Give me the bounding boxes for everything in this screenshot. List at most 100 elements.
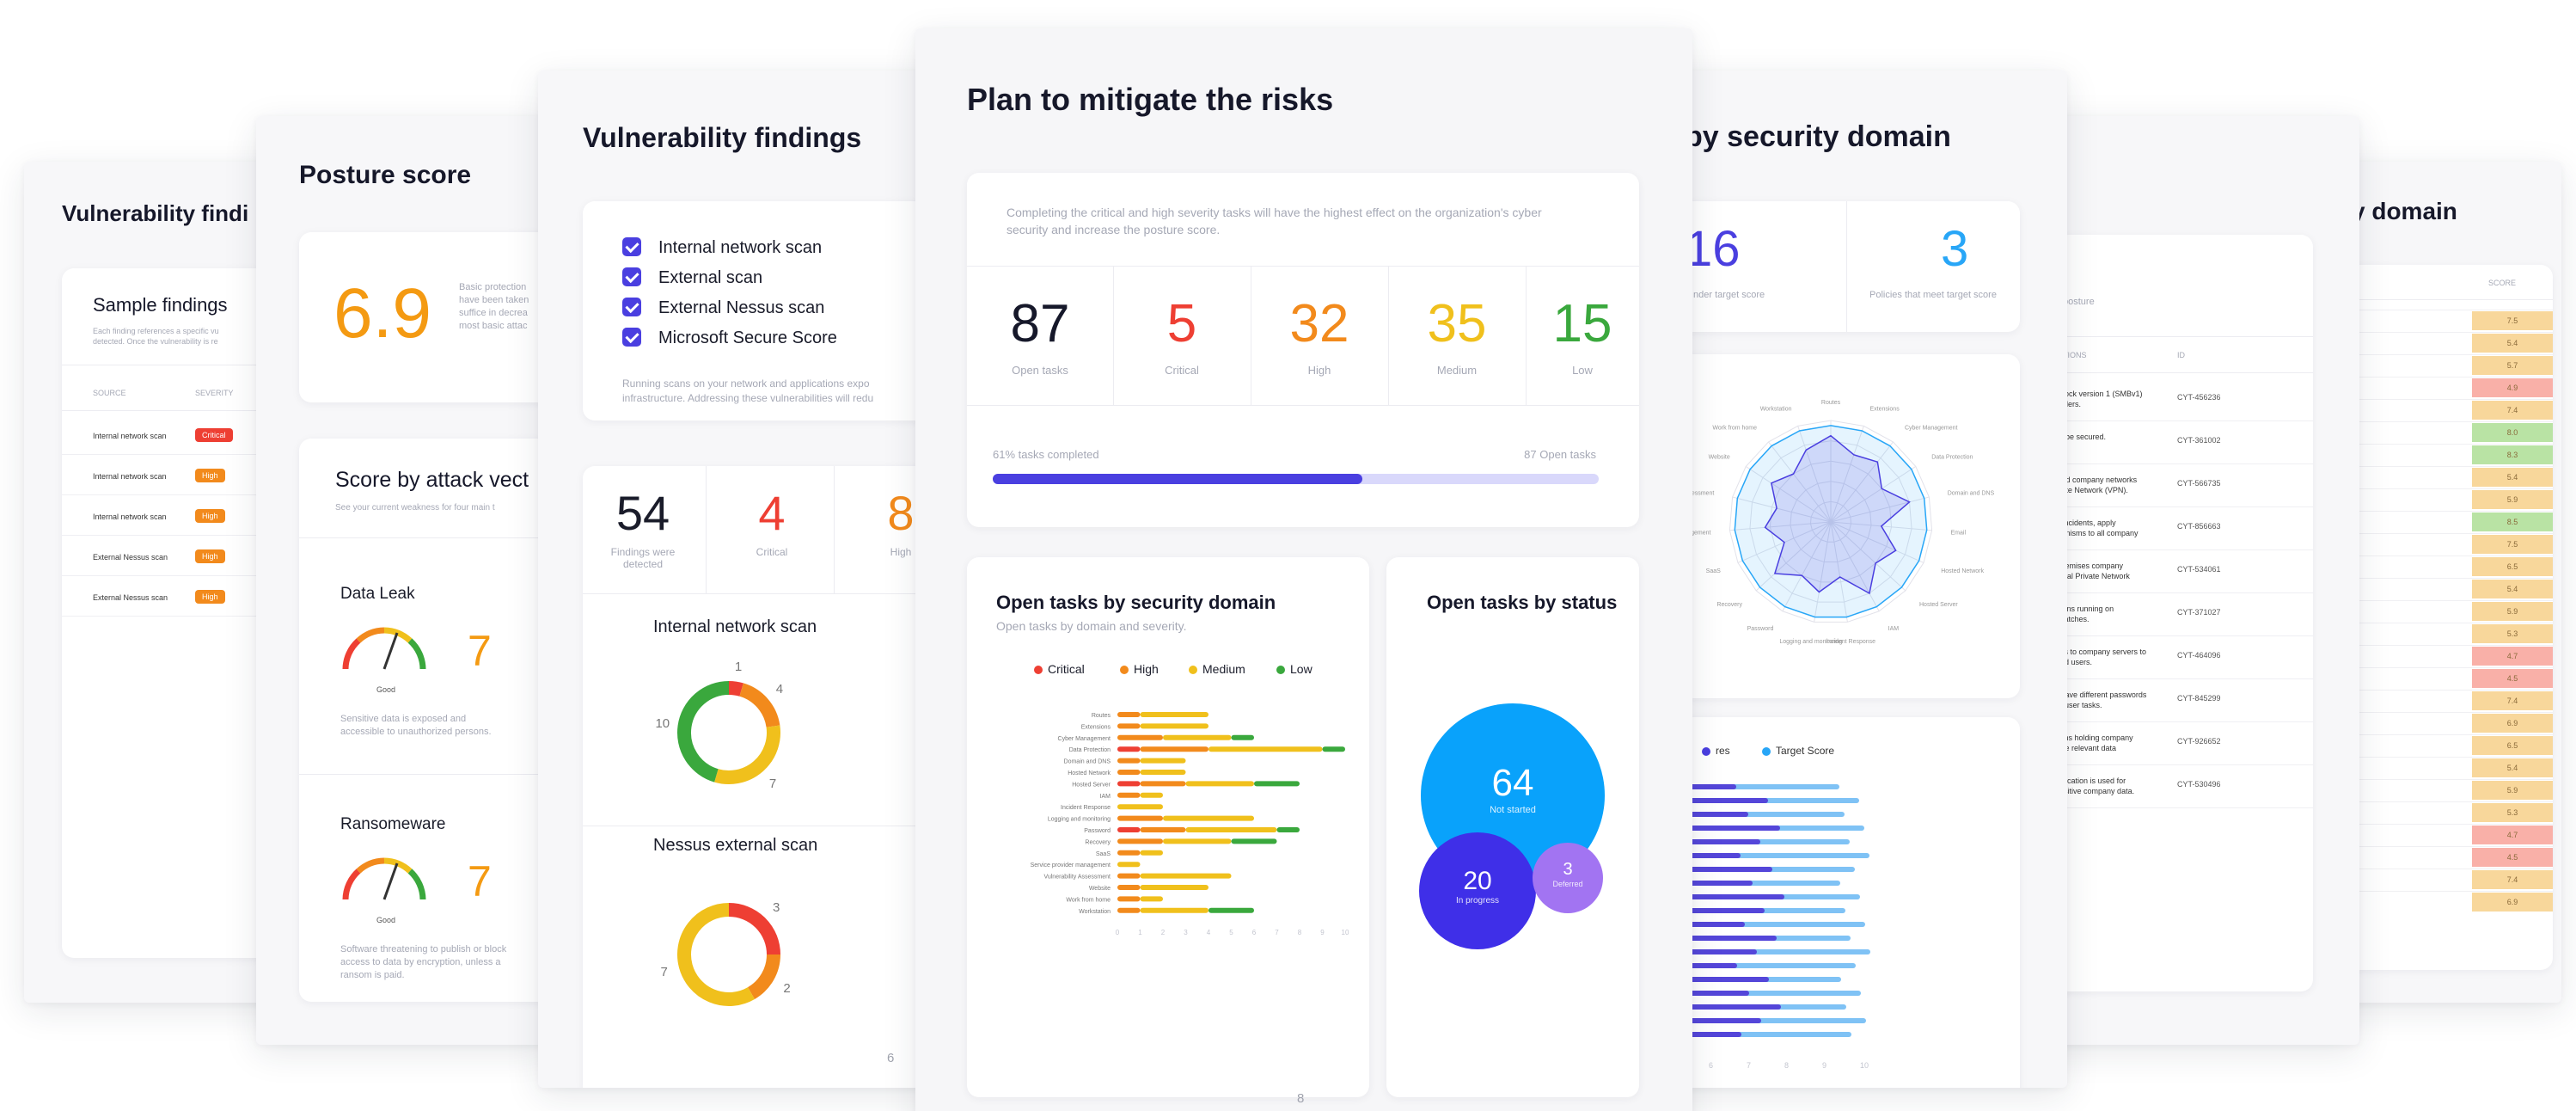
donut-segment xyxy=(747,954,780,999)
checkbox-external-scan[interactable] xyxy=(622,267,641,286)
scan-label: Microsoft Secure Score xyxy=(658,328,837,347)
score-cell: 7.5 xyxy=(2472,311,2553,330)
policy-id: CYT-926652 xyxy=(2177,737,2221,746)
legend-item-critical: Critical xyxy=(1034,662,1085,676)
bar-segment xyxy=(1140,827,1186,832)
findings-label-2: detected xyxy=(622,558,664,570)
donut-segment xyxy=(677,903,755,1006)
bubble-value: 3 xyxy=(1563,860,1573,879)
row-divider xyxy=(2024,678,2313,679)
row-divider xyxy=(2024,549,2313,550)
findings-total: 54 xyxy=(615,486,670,540)
row-divider xyxy=(2024,635,2313,636)
bar-segment xyxy=(1163,815,1254,821)
donut-segment xyxy=(714,725,780,784)
severity-badge: High xyxy=(195,509,225,523)
tick-label: 9 xyxy=(1320,929,1325,936)
tick-label: 5 xyxy=(1229,929,1233,936)
legend-item-score: res xyxy=(1702,745,1730,757)
score-cell: 7.4 xyxy=(2472,401,2553,420)
vector-score: 7 xyxy=(468,627,492,675)
radar-chart: Routes Extensions Cyber Management Data Pro… xyxy=(1667,400,1995,645)
bar-segment xyxy=(1140,712,1208,717)
page-number: 6 xyxy=(887,1051,895,1065)
policy-id: CYT-530496 xyxy=(2177,780,2221,789)
checkbox-microsoft-secure-score[interactable] xyxy=(622,328,641,347)
bar-segment xyxy=(1117,758,1141,764)
bubble-value: 20 xyxy=(1463,867,1492,895)
sample-title: Sample findings xyxy=(93,294,228,316)
finding-source: External Nessus scan xyxy=(93,593,168,602)
tick-label: 7 xyxy=(1747,1061,1752,1070)
metric-label: Critical xyxy=(1165,364,1199,377)
legend-label: Medium xyxy=(1202,662,1245,676)
bar-segment xyxy=(1117,907,1141,913)
severity-badge: High xyxy=(195,549,225,563)
metric-label: Medium xyxy=(1436,364,1478,377)
metric-meet-target: 3 xyxy=(1941,221,1969,277)
bar-segment xyxy=(1140,746,1208,752)
donut-title: Nessus external scan xyxy=(653,836,818,855)
page-number: 8 xyxy=(1297,1091,1305,1106)
bubble-label: In progress xyxy=(1455,896,1500,905)
score-cell: 4.5 xyxy=(2472,669,2553,688)
policy-id: CYT-845299 xyxy=(2177,694,2221,703)
donut-label: 3 xyxy=(773,900,780,915)
page-title: Plan to mitigate the risks xyxy=(967,82,1334,117)
tick-label: 9 xyxy=(1822,1061,1827,1070)
section-sub: See your current weakness for four main … xyxy=(335,503,495,513)
bar-segment xyxy=(1231,734,1254,740)
score-cell: 7.5 xyxy=(2472,535,2553,554)
legend-label: res xyxy=(1716,745,1730,757)
donut-segment xyxy=(739,683,780,728)
findings-card: 54 Findings were detected 4 Critical 8 H… xyxy=(583,466,944,1088)
finding-source: Internal network scan xyxy=(93,432,167,440)
radar-label: Password xyxy=(1747,626,1774,632)
progress-fill xyxy=(993,474,1363,484)
metric-value: 35 xyxy=(1427,294,1487,353)
bubble-deferred: 3 Deferred xyxy=(1533,843,1603,913)
tick-label: 1 xyxy=(1138,929,1142,936)
donut-title: Internal network scan xyxy=(653,617,817,636)
bar-segment xyxy=(1117,827,1141,832)
report-collage: Vulnerability findi Sample findings Each… xyxy=(0,0,2576,1111)
vector-desc-2: accessible to unauthorized persons. xyxy=(340,727,492,737)
row-divider xyxy=(2024,592,2313,593)
bar-segment xyxy=(1117,734,1163,740)
bar-segment xyxy=(1140,770,1186,775)
scan-label: External scan xyxy=(658,268,763,287)
bubble-in-progress: 20 In progress xyxy=(1419,832,1536,949)
bubble-value: 64 xyxy=(1491,762,1534,804)
bar-segment xyxy=(1276,827,1300,832)
tick-label: 4 xyxy=(1207,929,1211,936)
finding-source: Internal network scan xyxy=(93,513,167,521)
donut-label: 2 xyxy=(783,981,790,996)
page-title: Posture score xyxy=(299,161,472,189)
bar-segment xyxy=(1140,896,1163,902)
page-title: Vulnerability findi xyxy=(62,200,249,226)
gauge-label: Good xyxy=(376,916,396,924)
card-subtitle: Open tasks by domain and severity. xyxy=(996,619,1187,633)
bubble-label: Not started xyxy=(1490,805,1536,815)
vector-desc-2: access to data by encryption, unless a xyxy=(340,957,501,967)
checkbox-internal-network-scan[interactable] xyxy=(622,237,641,256)
row-divider xyxy=(2024,721,2313,722)
score-cell: 5.9 xyxy=(2472,602,2553,621)
donut-label: 1 xyxy=(735,660,742,674)
checkbox-external-nessus-scan[interactable] xyxy=(622,298,641,316)
score-cell: 4.5 xyxy=(2472,848,2553,867)
col-source: SOURCE xyxy=(93,389,126,397)
radar-label: Hosted Server xyxy=(1919,602,1958,608)
metric-label: High xyxy=(1307,364,1331,377)
row-divider xyxy=(2024,764,2313,765)
metric-label: Low xyxy=(1572,364,1593,377)
radar-label: Recovery xyxy=(1716,602,1742,608)
radar-label: Workstation xyxy=(1760,407,1792,413)
page-vulnerability-findings: Vulnerability findings Internal network … xyxy=(538,71,951,1088)
bar-segment xyxy=(1208,907,1254,913)
severity-badge: High xyxy=(195,590,225,604)
category-label: Domain and DNS xyxy=(1064,759,1111,765)
tasks-summary-card: Completing the critical and high severit… xyxy=(967,173,1639,527)
policy-id: CYT-566735 xyxy=(2177,479,2221,488)
score-cell: 8.5 xyxy=(2472,513,2553,531)
